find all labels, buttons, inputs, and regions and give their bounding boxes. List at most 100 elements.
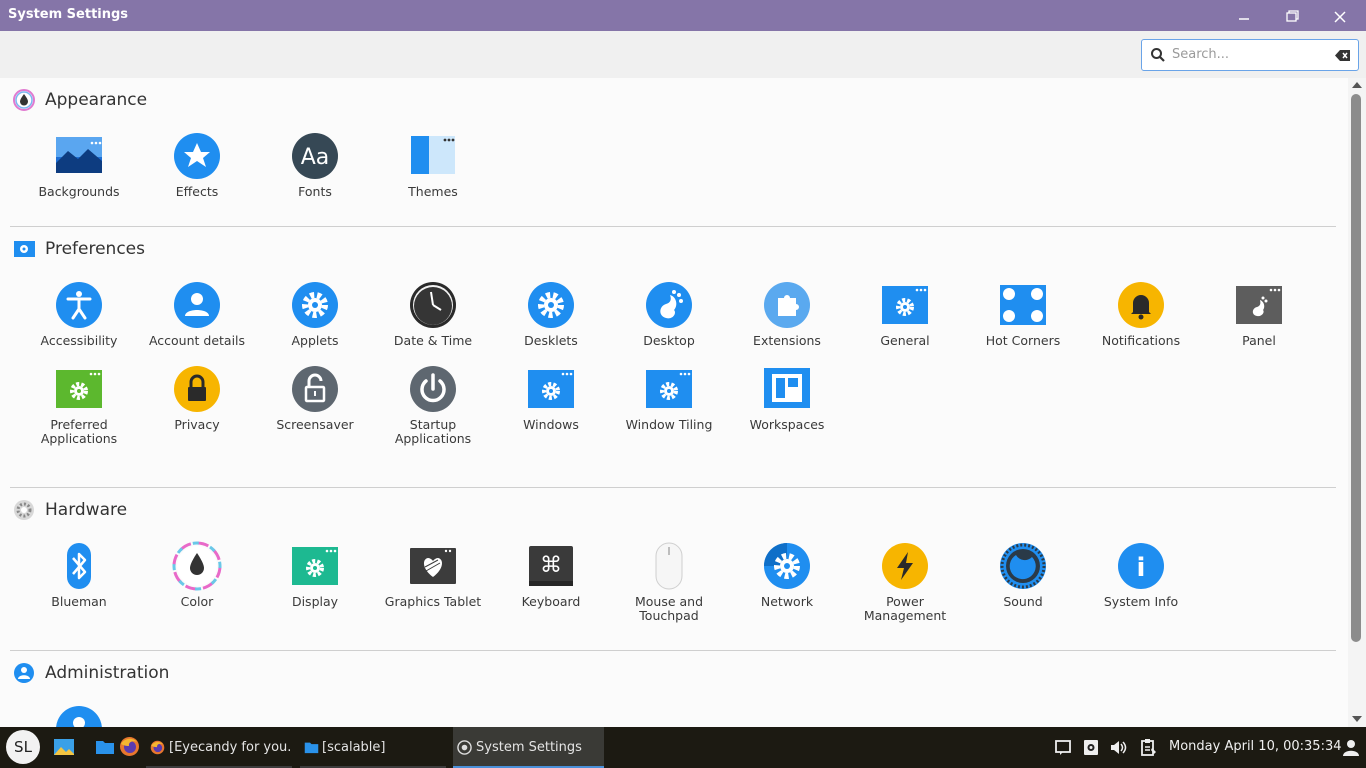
settings-icon xyxy=(457,740,472,755)
files-icon[interactable] xyxy=(95,737,115,757)
clock-icon xyxy=(410,282,456,328)
settings-item-accessibility[interactable]: Accessibility xyxy=(20,280,138,348)
section-title: Administration xyxy=(45,663,170,683)
settings-item-workspaces[interactable]: Workspaces xyxy=(728,364,846,432)
general-icon xyxy=(882,286,928,324)
settings-item-system-info[interactable]: i System Info xyxy=(1082,541,1200,609)
title-bar[interactable]: System Settings xyxy=(0,0,1366,31)
scroll-down-arrow[interactable] xyxy=(1352,716,1362,722)
workspaces-icon xyxy=(764,368,810,408)
settings-item-windows[interactable]: Windows xyxy=(492,364,610,432)
scrollbar-thumb[interactable] xyxy=(1351,94,1361,642)
settings-item-extensions[interactable]: Extensions xyxy=(728,280,846,348)
image-viewer-icon[interactable] xyxy=(53,737,75,757)
settings-item-date-time[interactable]: Date & Time xyxy=(374,280,492,348)
folder-icon xyxy=(304,742,319,754)
network-icon xyxy=(764,543,810,589)
sound-icon xyxy=(1000,543,1046,589)
settings-item-panel[interactable]: Panel xyxy=(1200,280,1318,348)
settings-item-hot-corners[interactable]: Hot Corners xyxy=(964,280,1082,348)
clipboard-icon[interactable] xyxy=(1140,738,1157,757)
user-icon[interactable] xyxy=(1343,739,1359,756)
settings-item-mouse-touchpad[interactable]: Mouse and Touchpad xyxy=(610,541,728,623)
settings-item-keyboard[interactable]: ⌘ Keyboard xyxy=(492,541,610,609)
search-input[interactable]: Search... xyxy=(1172,47,1229,62)
settings-item-account-details[interactable]: Account details xyxy=(138,280,256,348)
restore-icon[interactable] xyxy=(1279,3,1305,29)
settings-item-desklets[interactable]: Desklets xyxy=(492,280,610,348)
vertical-scrollbar[interactable] xyxy=(1348,78,1366,727)
settings-item-fonts[interactable]: Aa Fonts xyxy=(256,131,374,199)
bluetooth-icon xyxy=(67,543,91,589)
settings-item-preferred-applications[interactable]: Preferred Applications xyxy=(20,364,138,446)
svg-text:Aa: Aa xyxy=(301,145,330,170)
themes-icon xyxy=(411,136,455,174)
settings-item-backgrounds[interactable]: Backgrounds xyxy=(20,131,138,199)
window-tiling-icon xyxy=(646,370,692,408)
notes-icon[interactable] xyxy=(1055,740,1071,755)
settings-content: Appearance Backgrounds Effects Aa Fonts … xyxy=(0,78,1348,727)
windows-icon xyxy=(528,370,574,408)
settings-item-graphics-tablet[interactable]: Graphics Tablet xyxy=(374,541,492,609)
preferred-apps-icon xyxy=(56,370,102,408)
divider xyxy=(10,487,1336,488)
panel-icon xyxy=(1236,286,1282,324)
accessibility-icon xyxy=(56,282,102,328)
settings-item-themes[interactable]: Themes xyxy=(374,131,492,199)
effects-icon xyxy=(174,133,220,179)
backgrounds-icon xyxy=(56,137,102,173)
settings-item-display[interactable]: Display xyxy=(256,541,374,609)
settings-item-effects[interactable]: Effects xyxy=(138,131,256,199)
settings-item-window-tiling[interactable]: Window Tiling xyxy=(610,364,728,432)
appearance-icon xyxy=(13,89,35,111)
hot-corners-icon xyxy=(1000,285,1046,325)
desklets-icon xyxy=(528,282,574,328)
settings-item-general[interactable]: General xyxy=(846,280,964,348)
update-icon[interactable] xyxy=(1083,739,1099,756)
divider xyxy=(10,650,1336,651)
clock[interactable]: Monday April 10, 00:35:34 xyxy=(1169,739,1342,754)
keyboard-icon: ⌘ xyxy=(529,546,573,586)
settings-item-sound[interactable]: Sound xyxy=(964,541,1082,609)
task-firefox[interactable]: [Eyecandy for you... xyxy=(146,727,292,768)
settings-item-power-management[interactable]: Power Management xyxy=(846,541,964,623)
divider xyxy=(10,226,1336,227)
settings-item-users[interactable] xyxy=(20,704,138,727)
svg-text:i: i xyxy=(1137,553,1146,583)
applets-icon xyxy=(292,282,338,328)
close-icon[interactable] xyxy=(1327,3,1353,29)
hardware-icon xyxy=(14,500,34,520)
task-folder[interactable]: [scalable] xyxy=(300,727,446,768)
settings-item-network[interactable]: Network xyxy=(728,541,846,609)
screensaver-lock-icon xyxy=(292,366,338,412)
settings-item-notifications[interactable]: Notifications xyxy=(1082,280,1200,348)
firefox-icon[interactable] xyxy=(119,736,140,757)
desktop-icon xyxy=(646,282,692,328)
users-icon xyxy=(56,706,102,727)
settings-item-desktop[interactable]: Desktop xyxy=(610,280,728,348)
scroll-up-arrow[interactable] xyxy=(1352,82,1362,88)
search-icon xyxy=(1151,48,1165,62)
minimize-icon[interactable] xyxy=(1231,3,1257,29)
search-box[interactable]: Search... xyxy=(1141,39,1359,71)
preferences-icon xyxy=(14,241,35,257)
settings-item-applets[interactable]: Applets xyxy=(256,280,374,348)
tablet-icon xyxy=(410,548,456,584)
section-title: Appearance xyxy=(45,90,148,110)
volume-icon[interactable] xyxy=(1110,739,1128,756)
clear-search-icon[interactable] xyxy=(1335,49,1351,62)
administration-icon xyxy=(14,663,34,683)
power-icon xyxy=(410,366,456,412)
bell-icon xyxy=(1118,282,1164,328)
power-management-icon xyxy=(882,543,928,589)
settings-item-startup-applications[interactable]: Startup Applications xyxy=(374,364,492,446)
settings-item-screensaver[interactable]: Screensaver xyxy=(256,364,374,432)
menu-button[interactable]: SL xyxy=(6,730,40,764)
settings-item-privacy[interactable]: Privacy xyxy=(138,364,256,432)
task-system-settings[interactable]: System Settings xyxy=(453,727,604,768)
section-title: Preferences xyxy=(45,239,145,259)
taskbar: SL [Eyecandy for you... [scalable] Syste… xyxy=(0,727,1366,768)
settings-item-blueman[interactable]: Blueman xyxy=(20,541,138,609)
settings-item-color[interactable]: Color xyxy=(138,541,256,609)
info-icon: i xyxy=(1118,543,1164,589)
